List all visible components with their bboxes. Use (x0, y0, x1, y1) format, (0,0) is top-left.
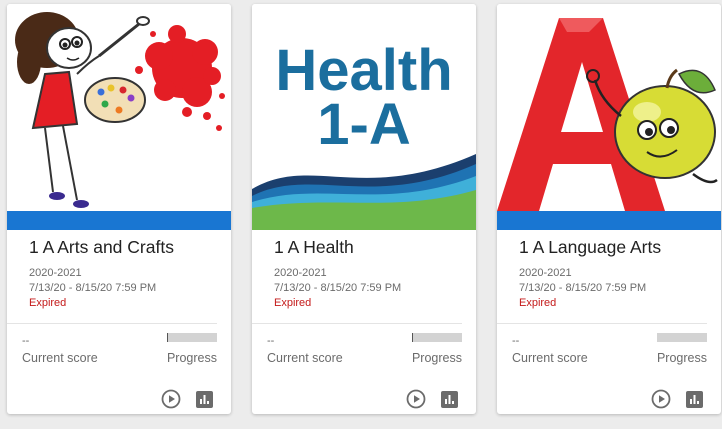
progress-label: Progress (656, 351, 707, 365)
progress-label: Progress (166, 351, 217, 365)
current-score-value: -- (22, 335, 30, 347)
course-title[interactable]: 1 A Arts and Crafts (29, 237, 174, 258)
current-score-value: -- (512, 335, 520, 347)
current-score-label: Current score (267, 351, 343, 365)
paint-girl-illustration (7, 4, 231, 211)
course-term: 2020-2021 (274, 267, 327, 279)
play-circle-icon (651, 389, 671, 409)
play-course-button[interactable] (161, 389, 181, 409)
card-divider (7, 323, 217, 324)
health-banner: Health 1-A (252, 4, 476, 211)
progress-bar (412, 333, 462, 342)
play-circle-icon (161, 389, 181, 409)
course-meta: 2020-2021 7/13/20 - 8/15/20 7:59 PM Expi… (274, 266, 401, 311)
course-status: Expired (519, 297, 557, 309)
progress-bar (657, 333, 707, 342)
course-thumbnail[interactable] (7, 4, 231, 211)
course-card-language-arts[interactable]: 1 A Language Arts 2020-2021 7/13/20 - 8/… (497, 4, 721, 414)
play-course-button[interactable] (651, 389, 671, 409)
card-divider (497, 323, 707, 324)
progress-fill (412, 333, 413, 342)
course-thumbnail[interactable] (497, 4, 721, 211)
course-meta: 2020-2021 7/13/20 - 8/15/20 7:59 PM Expi… (29, 266, 156, 311)
letter-a-apple-illustration (497, 4, 721, 211)
course-dates: 7/13/20 - 8/15/20 7:59 PM (274, 282, 402, 294)
bar-chart-icon (445, 395, 454, 404)
course-card-arts-and-crafts[interactable]: 1 A Arts and Crafts 2020-2021 7/13/20 - … (7, 4, 231, 414)
card-accent-bar (497, 211, 721, 230)
thumb-text-grade: 1-A (317, 92, 410, 157)
current-score-value: -- (267, 335, 275, 347)
play-circle-icon (406, 389, 426, 409)
bar-chart-icon (200, 395, 209, 404)
course-title[interactable]: 1 A Health (274, 237, 354, 258)
course-thumbnail[interactable]: Health 1-A (252, 4, 476, 211)
course-term: 2020-2021 (519, 267, 572, 279)
course-dates: 7/13/20 - 8/15/20 7:59 PM (29, 282, 157, 294)
progress-label: Progress (411, 351, 462, 365)
card-accent-bar (7, 211, 231, 230)
current-score-label: Current score (512, 351, 588, 365)
course-term: 2020-2021 (29, 267, 82, 279)
course-title[interactable]: 1 A Language Arts (519, 237, 661, 258)
course-stats-button[interactable] (441, 391, 458, 408)
play-course-button[interactable] (406, 389, 426, 409)
course-stats-button[interactable] (686, 391, 703, 408)
card-accent-bar (252, 211, 476, 230)
course-card-health[interactable]: Health 1-A 1 A Health 2020-2021 7/13/20 … (252, 4, 476, 414)
course-meta: 2020-2021 7/13/20 - 8/15/20 7:59 PM Expi… (519, 266, 646, 311)
course-status: Expired (29, 297, 67, 309)
course-dates: 7/13/20 - 8/15/20 7:59 PM (519, 282, 647, 294)
course-status: Expired (274, 297, 312, 309)
course-stats-button[interactable] (196, 391, 213, 408)
card-divider (252, 323, 462, 324)
progress-bar (167, 333, 217, 342)
current-score-label: Current score (22, 351, 98, 365)
bar-chart-icon (690, 395, 699, 404)
progress-fill (167, 333, 168, 342)
